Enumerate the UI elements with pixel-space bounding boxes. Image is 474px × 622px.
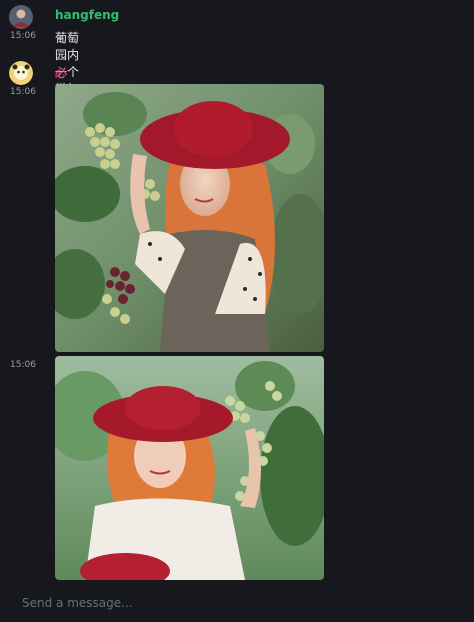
sender-name[interactable]: hangfeng <box>55 8 119 22</box>
timestamp: 15:06 <box>10 31 36 41</box>
generated-image[interactable] <box>55 356 324 580</box>
generated-image[interactable] <box>55 84 324 352</box>
message-input[interactable]: Send a message... <box>22 596 133 610</box>
timestamp: 15:06 <box>10 87 36 97</box>
message-composer[interactable]: Send a message... <box>0 588 474 622</box>
timestamp: 15:06 <box>10 360 36 370</box>
user-avatar[interactable] <box>9 5 33 29</box>
bot-avatar[interactable] <box>9 61 33 85</box>
